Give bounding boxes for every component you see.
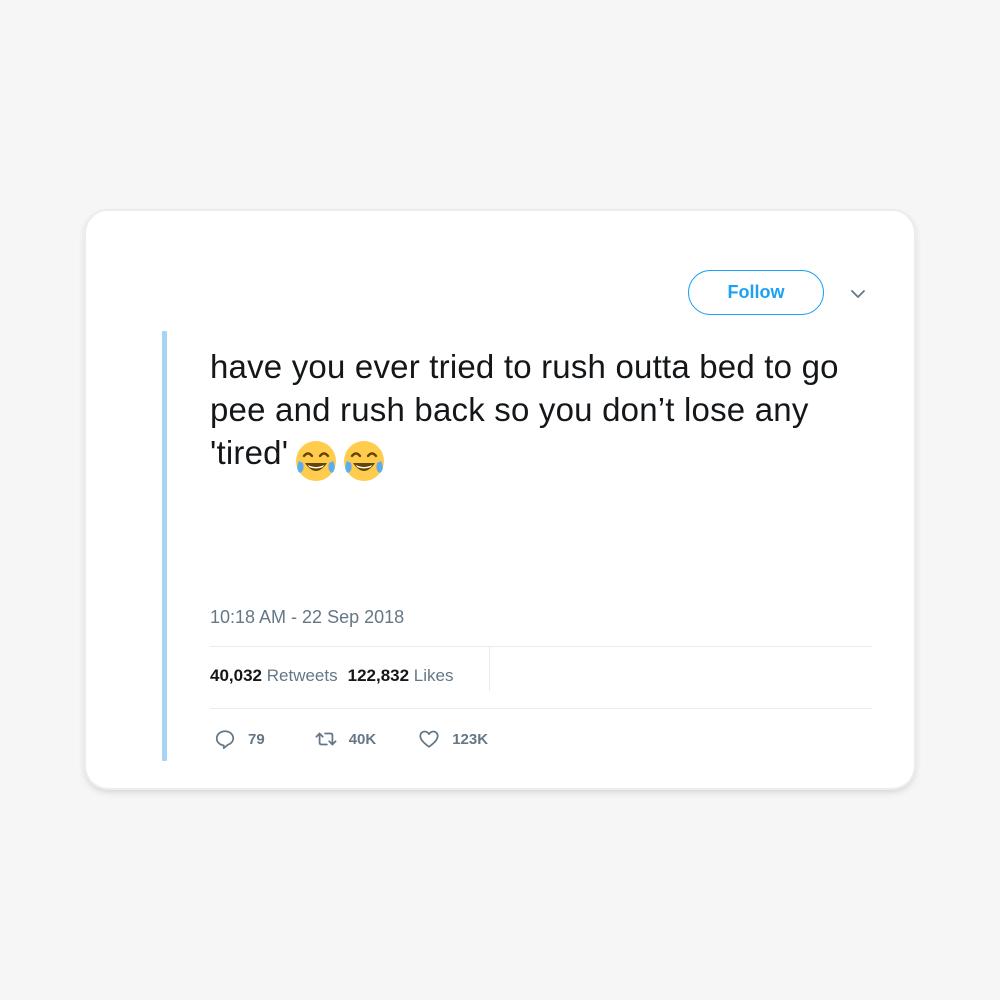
retweet-button[interactable]: 40K	[315, 728, 377, 750]
stats-divider-bottom	[210, 708, 872, 709]
heart-icon	[419, 730, 439, 748]
face-with-tears-of-joy-icon	[296, 441, 337, 482]
action-bar: 79 40K 123K	[214, 727, 488, 751]
tweet-text: have you ever tried to rush outta bed to…	[210, 345, 870, 483]
reply-icon	[215, 730, 235, 750]
tweet-card: Follow have you ever tried to rush outta…	[86, 211, 914, 788]
stats-divider-top	[210, 646, 872, 647]
follow-button[interactable]: Follow	[688, 270, 824, 315]
chevron-down-icon[interactable]	[850, 287, 866, 301]
page: Follow have you ever tried to rush outta…	[0, 0, 1000, 1000]
retweets-stat[interactable]: 40,032 Retweets	[210, 666, 338, 685]
retweet-count: 40K	[348, 730, 377, 748]
stats-divider-vertical	[489, 647, 490, 691]
retweets-label: Retweets	[266, 666, 338, 685]
likes-stat[interactable]: 122,832 Likes	[348, 666, 454, 685]
emoji-row	[294, 437, 390, 483]
engagement-stats: 40,032 Retweets 122,832 Likes	[210, 666, 453, 686]
reply-button[interactable]: 79	[214, 728, 265, 750]
reply-count: 79	[248, 730, 265, 748]
quote-bar	[162, 331, 167, 761]
tweet-timestamp[interactable]: 10:18 AM - 22 Sep 2018	[210, 607, 404, 628]
retweets-count: 40,032	[210, 666, 262, 685]
likes-label: Likes	[413, 666, 454, 685]
like-button[interactable]: 123K	[418, 728, 488, 750]
like-count: 123K	[452, 730, 489, 748]
retweet-icon	[315, 732, 337, 746]
likes-count: 122,832	[347, 666, 410, 685]
face-with-tears-of-joy-icon	[344, 441, 385, 482]
